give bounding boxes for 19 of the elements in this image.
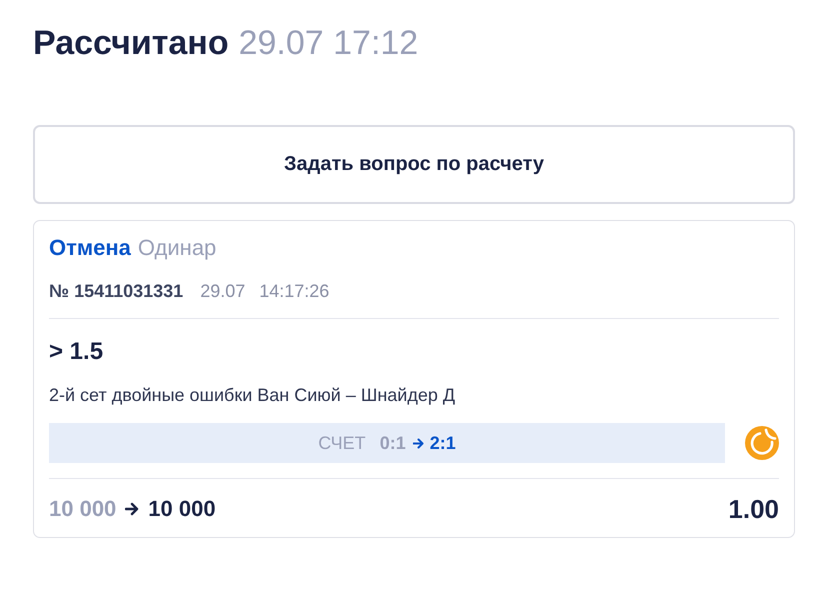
arrow-icon (412, 438, 424, 448)
status-title: Рассчитано (33, 23, 229, 64)
bet-number: № 15411031331 (49, 280, 184, 303)
score-label: СЧЕТ (318, 432, 366, 454)
tennis-ball-icon (745, 426, 779, 460)
settled-datetime: 29.07 17:12 (238, 23, 418, 64)
payout-amount: 10 000 (148, 495, 216, 523)
bet-result: Отмена (49, 235, 131, 261)
stake-amount: 10 000 (49, 495, 116, 523)
bet-date: 29.07 (200, 280, 246, 303)
score-after: 2:1 (430, 432, 456, 454)
bet-type: Одинар (138, 235, 216, 261)
arrow-icon (125, 502, 140, 516)
bet-odds: 1.00 (728, 494, 779, 524)
ask-question-button[interactable]: Задать вопрос по расчету (33, 125, 795, 204)
score-before: 0:1 (380, 432, 406, 454)
bet-time: 14:17:26 (259, 280, 330, 303)
bet-selection: > 1.5 (49, 337, 104, 367)
market-description: 2-й сет двойные ошибки Ван Сиюй – Шнайдер Д (49, 384, 456, 407)
